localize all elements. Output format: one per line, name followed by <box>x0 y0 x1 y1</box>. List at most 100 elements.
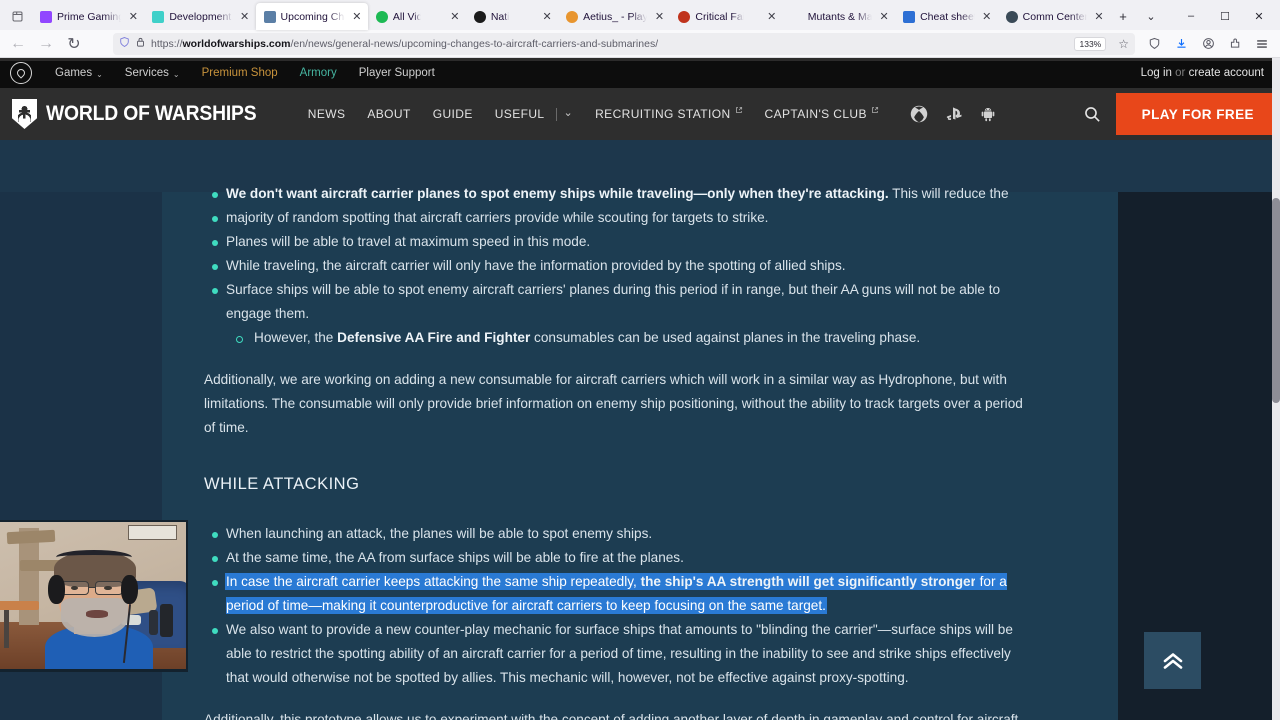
tracking-protection-icon[interactable] <box>1141 32 1167 56</box>
webcam-bottle-second <box>148 610 159 636</box>
browser-toolbar: ← → ↻ https://worldofwarships.com/en/new… <box>0 30 1280 58</box>
tab-title: Upcoming Change <box>280 10 345 23</box>
tab-title: Mutants & Mastermin <box>807 10 873 23</box>
util-item-premium-shop[interactable]: Premium Shop <box>191 67 289 79</box>
tab-title: All Videos <box>392 10 421 23</box>
nav-item-captains-club[interactable]: CAPTAIN'S CLUB <box>754 88 890 140</box>
maximize-button[interactable]: ☐ <box>1208 2 1242 30</box>
tab-favicon <box>566 10 579 23</box>
tab-favicon <box>903 10 916 23</box>
nav-item-useful[interactable]: USEFUL ⌄ <box>484 88 584 140</box>
create-account-link[interactable]: create account <box>1189 67 1264 79</box>
tab-close-button[interactable]: ✕ <box>877 10 891 23</box>
tab-close-button[interactable]: ✕ <box>448 10 462 23</box>
webcam-headphone-cup-right <box>120 574 138 605</box>
tab-title: Nations <box>490 10 509 23</box>
webcam-bottle <box>159 604 173 637</box>
util-item-games[interactable]: Games ⌄ <box>44 67 114 79</box>
list-item-text: Surface ships will be able to spot enemy… <box>226 282 1001 321</box>
android-icon[interactable] <box>980 105 998 123</box>
tab-close-button[interactable]: ✕ <box>765 10 779 23</box>
external-link-icon <box>871 106 879 116</box>
tab-strip: Prime Gaming - W ✕ Development blog ✕ Up… <box>0 0 1280 30</box>
wargaming-logo-icon[interactable] <box>10 62 32 84</box>
webcam-table-leg <box>3 610 10 649</box>
clipped-rest-text: This will reduce the <box>888 186 1009 201</box>
browser-tab[interactable]: Nations ✕ <box>466 3 558 30</box>
tab-title: Comm Center | Sh <box>1022 10 1087 23</box>
nav-label: USEFUL <box>494 107 545 121</box>
browser-tab[interactable]: Aetius_ - Player inf ✕ <box>558 3 670 30</box>
tab-favicon <box>1005 10 1018 23</box>
nav-item-guide[interactable]: GUIDE <box>422 88 484 140</box>
external-link-icon <box>735 106 743 116</box>
padlock-icon[interactable] <box>136 36 145 51</box>
hamburger-menu-icon[interactable] <box>1249 32 1275 56</box>
shield-icon[interactable] <box>119 36 130 51</box>
download-icon[interactable] <box>1168 32 1194 56</box>
browser-tab[interactable]: Development blog ✕ <box>144 3 255 30</box>
list-item-text: Planes will be able to travel at maximum… <box>226 234 591 249</box>
tab-list-dropdown-icon[interactable]: ⌄ <box>1138 3 1164 29</box>
scrollbar-thumb[interactable] <box>1272 198 1280 403</box>
tab-close-button[interactable]: ✕ <box>350 10 364 23</box>
account-separator: or <box>1175 67 1186 79</box>
web-page: Games ⌄ Services ⌄ Premium Shop Armory P… <box>0 58 1280 720</box>
bookmark-star-icon[interactable]: ☆ <box>1112 37 1129 51</box>
tab-close-button[interactable]: ✕ <box>238 10 252 23</box>
browser-tab[interactable]: Mutants & Mastermin ✕ <box>783 3 895 30</box>
nav-label: RECRUITING STATION <box>595 107 731 121</box>
account-icon[interactable] <box>1195 32 1221 56</box>
minimize-button[interactable]: – <box>1174 2 1208 30</box>
tab-close-button[interactable]: ✕ <box>126 10 140 23</box>
back-button[interactable]: ← <box>5 32 31 56</box>
login-link[interactable]: Log in <box>1141 67 1172 79</box>
util-item-armory[interactable]: Armory <box>289 67 348 79</box>
tab-close-button[interactable]: ✕ <box>540 10 554 23</box>
playstation-icon[interactable] <box>945 105 963 123</box>
xbox-icon[interactable] <box>910 105 928 123</box>
reload-button[interactable]: ↻ <box>61 32 87 56</box>
util-item-services[interactable]: Services ⌄ <box>114 67 191 79</box>
extensions-icon[interactable] <box>1222 32 1248 56</box>
search-icon[interactable] <box>1070 88 1116 140</box>
browser-tab[interactable]: Critical Failure! ✕ <box>670 3 782 30</box>
browser-tab[interactable]: Prime Gaming - W ✕ <box>32 3 144 30</box>
nav-item-about[interactable]: ABOUT <box>356 88 421 140</box>
browser-tab[interactable]: Comm Center | Sh ✕ <box>998 3 1110 30</box>
double-chevron-up-icon <box>1161 651 1185 671</box>
play-for-free-button[interactable]: PLAY FOR FREE <box>1115 93 1280 135</box>
site-logo[interactable]: WORLD OF WARSHIPS <box>12 99 275 129</box>
tab-close-button[interactable]: ✕ <box>1092 10 1106 23</box>
tab-close-button[interactable]: ✕ <box>980 10 994 23</box>
list-item-text: At the same time, the AA from surface sh… <box>226 550 684 565</box>
webcam-person-eye-right <box>104 585 112 591</box>
tab-favicon <box>152 10 165 23</box>
clipped-bold-text: We don't want aircraft carrier planes to… <box>226 186 889 201</box>
list-all-tabs-icon[interactable] <box>2 2 32 30</box>
sub-item-bold: Defensive AA Fire and Fighter <box>337 330 531 345</box>
page-scrollbar[interactable] <box>1272 58 1280 720</box>
nav-item-recruiting-station[interactable]: RECRUITING STATION <box>584 88 753 140</box>
close-window-button[interactable]: ✕ <box>1242 2 1276 30</box>
zoom-level-indicator[interactable]: 133% <box>1074 36 1107 51</box>
nav-label: CAPTAIN'S CLUB <box>764 107 867 121</box>
util-item-player-support[interactable]: Player Support <box>348 67 446 79</box>
sub-item-pre: However, the <box>254 330 338 345</box>
new-tab-button[interactable]: + <box>1110 3 1136 29</box>
forward-button[interactable]: → <box>33 32 59 56</box>
tab-title: Cheat sheet.pdf <box>920 10 975 23</box>
platform-icons <box>910 105 998 123</box>
site-header: WORLD OF WARSHIPS NEWS ABOUT GUIDE USEFU… <box>0 88 1280 140</box>
chevron-down-icon: ⌄ <box>563 106 574 119</box>
tab-close-button[interactable]: ✕ <box>652 10 666 23</box>
webcam-overlay[interactable] <box>0 520 188 672</box>
browser-tab[interactable]: Cheat sheet.pdf ✕ <box>895 3 998 30</box>
scroll-to-top-button[interactable] <box>1144 632 1201 689</box>
browser-tab[interactable]: All Videos ✕ <box>368 3 466 30</box>
browser-tab-active[interactable]: Upcoming Change ✕ <box>255 3 368 30</box>
list-item: While traveling, the aircraft carrier wi… <box>204 254 1034 278</box>
sub-item-post: consumables can be used against planes i… <box>530 330 921 345</box>
nav-item-news[interactable]: NEWS <box>297 88 357 140</box>
address-bar[interactable]: https://worldofwarships.com/en/news/gene… <box>113 32 1135 55</box>
